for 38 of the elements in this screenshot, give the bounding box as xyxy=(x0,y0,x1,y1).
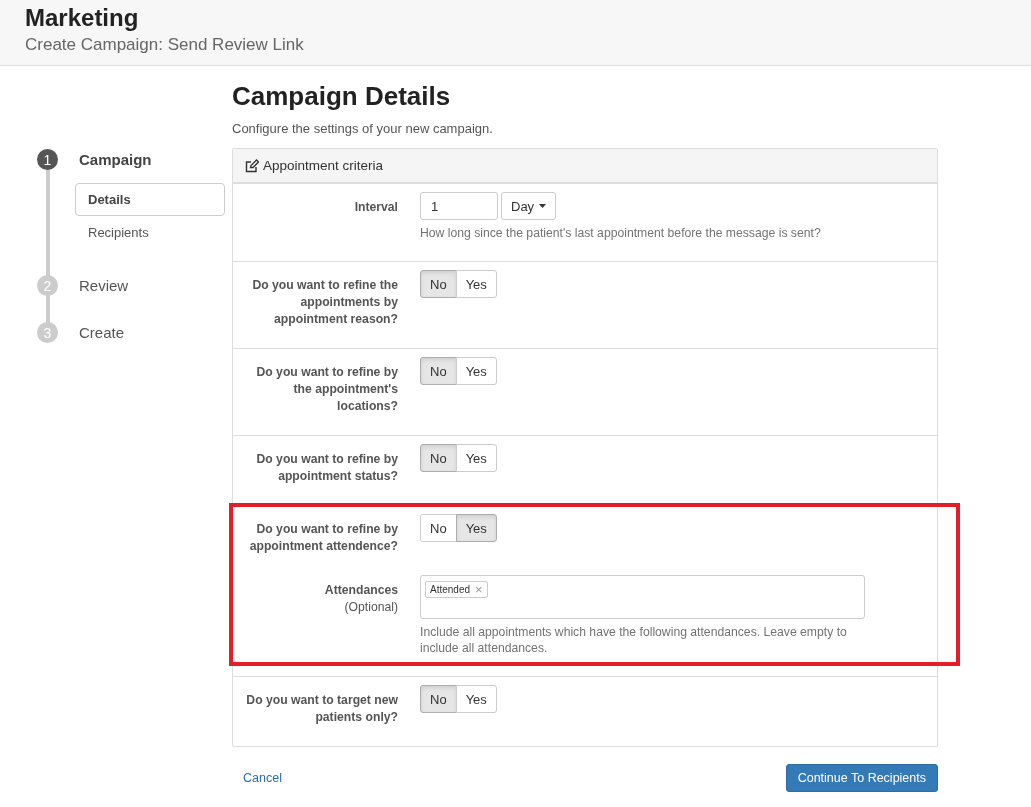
field-label: Attendances (Optional) xyxy=(323,582,398,616)
field-label: Do you want to refine by appointment attendence? xyxy=(248,521,398,555)
continue-button[interactable]: Continue To Recipients xyxy=(785,764,938,792)
help-text: How long since the patient's last appointment before the message is sent? xyxy=(420,225,822,241)
toggle-option[interactable]: No xyxy=(420,514,457,542)
toggle-option[interactable]: No xyxy=(420,685,457,713)
substep-item[interactable]: Details xyxy=(75,183,225,216)
toggle-option[interactable]: Yes xyxy=(455,357,497,385)
page-subtitle: Create Campaign: Send Review Link xyxy=(25,35,304,55)
step-label[interactable]: Campaign xyxy=(79,149,152,170)
toggle-option[interactable]: Yes xyxy=(455,514,497,542)
caret-icon xyxy=(539,204,547,208)
page-title: Marketing xyxy=(25,5,140,31)
toggle-option[interactable]: No xyxy=(420,357,457,385)
toggle-option[interactable]: Yes xyxy=(455,444,497,472)
step-number: 1 xyxy=(37,149,58,170)
field-label: Do you want to refine by the appointment's locations? xyxy=(255,364,398,415)
tag-input-field[interactable]: Attended × xyxy=(420,575,865,619)
step-label[interactable]: Create xyxy=(79,322,125,343)
field-label: Do you want to refine the appointments by appointment reason? xyxy=(251,277,398,328)
toggle-option[interactable]: No xyxy=(420,444,457,472)
substep-item[interactable]: Recipients xyxy=(75,216,225,249)
toggle-option[interactable]: Yes xyxy=(455,270,497,298)
toggle-option[interactable]: No xyxy=(420,270,457,298)
tag-chip: Attended × xyxy=(425,581,488,598)
unit-dropdown[interactable]: Day xyxy=(501,192,557,220)
help-text: Include all appointments which have the following attendances. Leave empty to include all attendances. xyxy=(420,624,848,656)
section-title: Campaign Details xyxy=(232,81,451,112)
interval-field[interactable]: 1 xyxy=(420,192,498,220)
toggle-option[interactable]: Yes xyxy=(455,685,497,713)
field-label: Do you want to target new patients only? xyxy=(246,692,398,726)
section-description: Configure the settings of your new campaign. xyxy=(232,121,493,136)
field-label: Interval xyxy=(353,199,398,216)
step-label[interactable]: Review xyxy=(79,275,129,296)
field-label: Do you want to refine by appointment status? xyxy=(255,451,398,485)
panel-title: Appointment criteria xyxy=(263,158,384,173)
cancel-link[interactable]: Cancel xyxy=(243,771,282,785)
edit-icon xyxy=(245,158,259,173)
